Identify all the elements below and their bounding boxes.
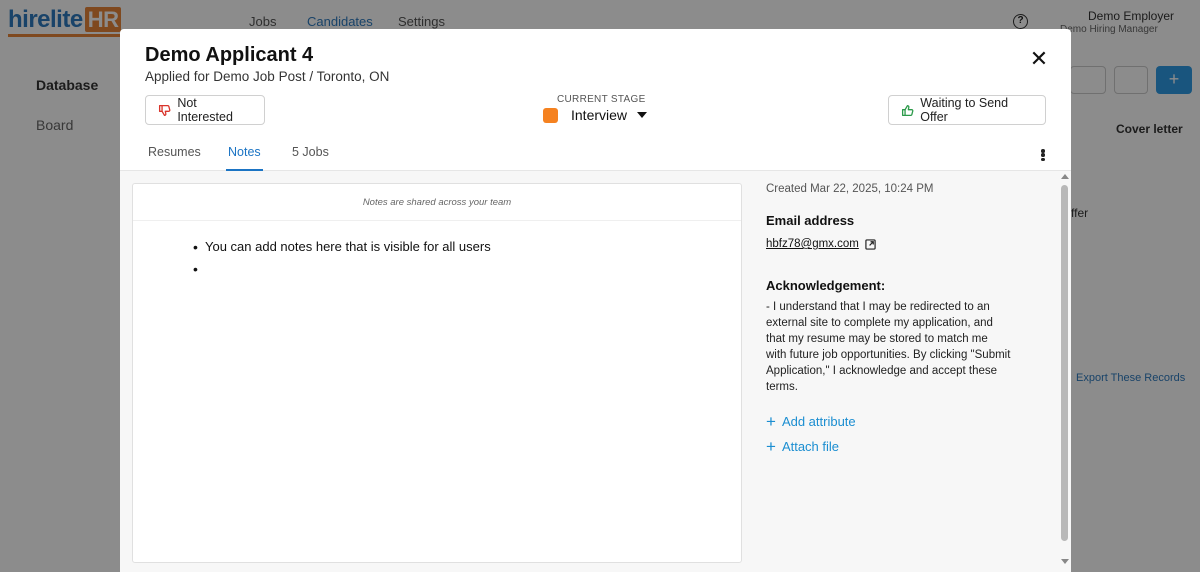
created-timestamp: Created Mar 22, 2025, 10:24 PM [766,183,934,195]
waiting-to-send-offer-button[interactable]: Waiting to Send Offer [888,95,1046,125]
stage-selector[interactable]: Interview [543,107,648,123]
chevron-down-icon [637,112,648,118]
tab-notes[interactable]: Notes [226,145,263,171]
waiting-to-send-offer-label: Waiting to Send Offer [920,96,1009,124]
tab-resumes[interactable]: Resumes [148,145,201,171]
applicant-modal: Demo Applicant 4 Applied for Demo Job Po… [120,29,1071,572]
not-interested-label: Not Interested [177,96,233,124]
thumbs-down-icon [158,103,171,117]
scroll-thumb[interactable] [1061,185,1068,541]
close-icon[interactable]: ✕ [1028,48,1050,71]
note-item-empty[interactable] [193,260,491,282]
kebab-menu-icon[interactable] [1038,147,1048,163]
external-link-icon [865,238,876,250]
email-value: hbfz78@gmx.com [766,238,859,250]
notes-list[interactable]: You can add notes here that is visible f… [193,238,491,282]
add-attribute-button[interactable]: + Add attribute [766,411,856,431]
email-heading: Email address [766,213,855,228]
notes-editor[interactable]: Notes are shared across your team You ca… [132,183,742,563]
applied-for: Applied for Demo Job Post / Toronto, ON [145,69,390,84]
tab-bar: Resumes Notes 5 Jobs [120,137,1071,171]
tab-jobs[interactable]: 5 Jobs [292,145,329,171]
acknowledgement-heading: Acknowledgement: [766,278,886,293]
scrollbar[interactable] [1058,171,1071,572]
add-attribute-label: Add attribute [781,414,856,429]
current-stage-caption: CURRENT STAGE [557,94,646,105]
stage-color-swatch [543,107,558,123]
acknowledgement-text: - I understand that I may be redirected … [766,301,1011,393]
plus-icon: + [766,436,776,456]
notes-divider [133,220,741,221]
attach-file-label: Attach file [781,439,840,454]
stage-label: Interview [571,107,628,123]
note-item[interactable]: You can add notes here that is visible f… [193,238,491,260]
not-interested-button[interactable]: Not Interested [145,95,265,125]
applicant-name: Demo Applicant 4 [145,44,314,66]
scroll-down-arrow-icon[interactable] [1061,559,1069,564]
email-link[interactable]: hbfz78@gmx.com [766,238,876,250]
notes-shared-caption: Notes are shared across your team [362,197,512,208]
scroll-up-arrow-icon[interactable] [1061,174,1069,179]
plus-icon: + [766,411,776,431]
thumbs-up-icon [901,103,914,117]
attach-file-button[interactable]: + Attach file [766,436,840,456]
tab-content: Notes are shared across your team You ca… [120,171,1071,572]
